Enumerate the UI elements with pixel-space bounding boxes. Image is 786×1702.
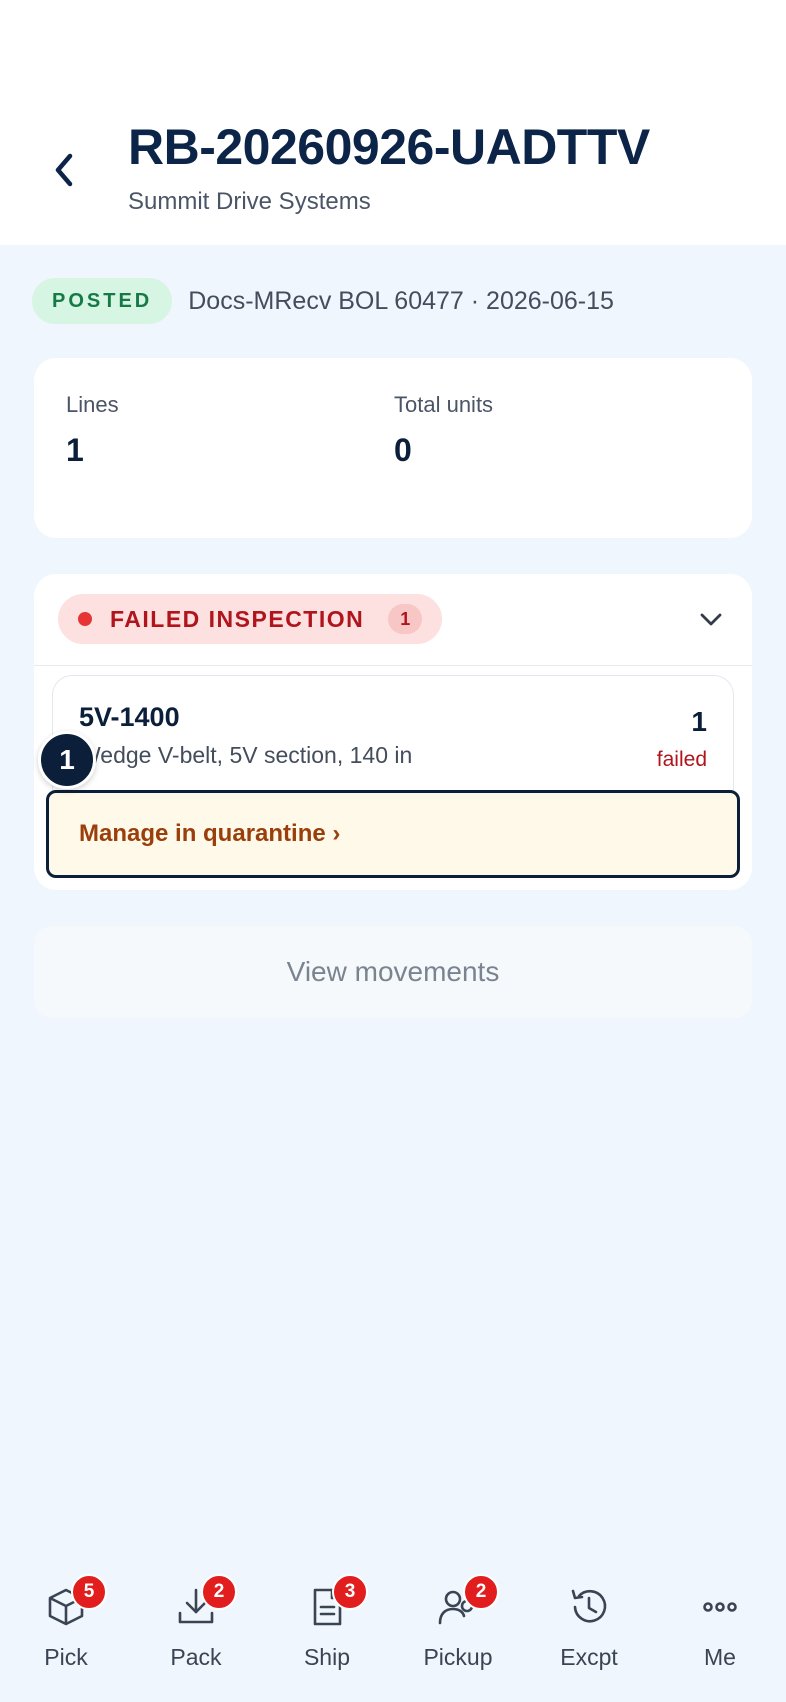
view-movements-button[interactable]: View movements [34,926,752,1018]
status-badge: POSTED [32,278,173,324]
status-row: POSTED Docs-MRecv BOL 60477 · 2026-06-15 [32,278,614,324]
tab-badge: 5 [71,1574,107,1610]
tab-label: Ship [303,1644,351,1670]
item-quantity: 1 [691,706,707,737]
tab-label: Excpt [560,1644,618,1670]
lines-stat: Lines 1 [66,392,119,469]
document-meta: Docs-MRecv BOL 60477 · 2026-06-15 [188,286,614,315]
page-title: RB-20260926-UADTTV [128,119,650,175]
total-units-stat: Total units 0 [394,392,493,469]
failed-inspection-label: FAILED INSPECTION [110,605,365,632]
summary-card: Lines 1 Total units 0 [34,358,752,538]
chevron-left-icon [55,153,73,187]
item-description: Wedge V-belt, 5V section, 140 in [79,742,413,768]
bottom-tab-bar: 5 Pick 2 Pack 3 Ship 2 Pickup Excpt Me [0,1540,786,1702]
list-item[interactable]: 5V-1400 Wedge V-belt, 5V section, 140 in… [52,675,734,805]
tab-badge: 3 [332,1574,368,1610]
tab-exceptions[interactable]: Excpt [524,1574,654,1684]
tab-label: Pickup [423,1644,493,1670]
item-sku: 5V-1400 [79,702,180,732]
manage-quarantine-button[interactable]: Manage in quarantine › [46,790,740,878]
more-icon [703,1602,737,1612]
tab-label: Me [704,1644,736,1670]
history-icon [571,1589,607,1623]
app-header: RB-20260926-UADTTV Summit Drive Systems [0,0,786,245]
total-units-value: 0 [394,432,412,468]
tab-label: Pack [170,1644,222,1670]
tab-badge: 2 [201,1574,237,1610]
tab-label: Pick [44,1644,88,1670]
total-units-label: Total units [394,392,494,417]
tab-ship[interactable]: 3 Ship [262,1574,392,1684]
page-subtitle: Summit Drive Systems [128,188,371,215]
item-quantity-label: failed [656,748,707,771]
failed-inspection-card: FAILED INSPECTION 1 5V-1400 Wedge V-belt… [34,574,752,890]
back-button[interactable] [44,140,84,200]
failed-inspection-pill: FAILED INSPECTION 1 [58,594,443,644]
tab-me[interactable]: Me [655,1574,785,1684]
lines-value: 1 [66,432,84,468]
chevron-down-icon[interactable] [696,604,726,634]
tab-pack[interactable]: 2 Pack [131,1574,261,1684]
tab-pick[interactable]: 5 Pick [1,1574,131,1684]
lines-label: Lines [66,392,119,417]
status-dot-icon [78,612,92,626]
tab-pickup[interactable]: 2 Pickup [393,1574,523,1684]
step-marker-badge: 1 [38,731,96,789]
failed-count-badge: 1 [388,604,423,634]
tab-badge: 2 [463,1574,499,1610]
failed-inspection-header[interactable]: FAILED INSPECTION 1 [34,574,752,666]
